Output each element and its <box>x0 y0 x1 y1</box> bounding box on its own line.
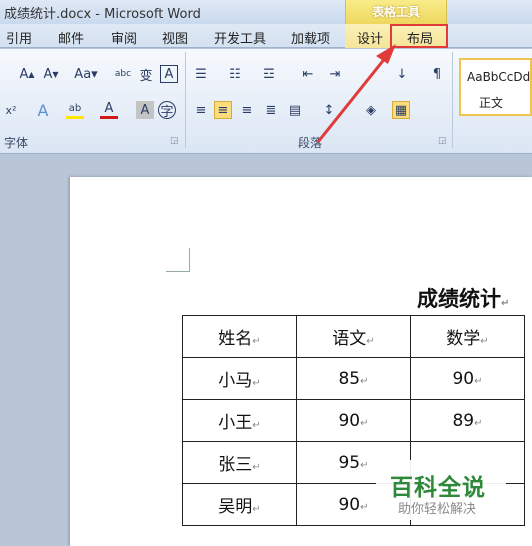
annotation-arrow-icon <box>316 44 396 143</box>
